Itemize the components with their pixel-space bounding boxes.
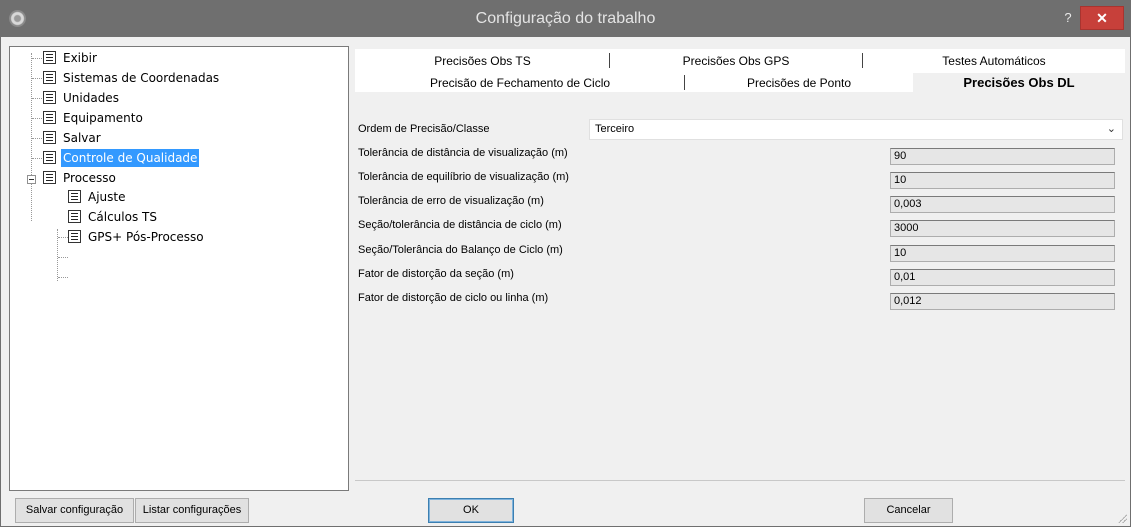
tree-item-label: Unidades bbox=[63, 91, 119, 105]
list-icon bbox=[43, 91, 56, 104]
tree-connector bbox=[32, 58, 42, 59]
tree-connector bbox=[58, 277, 68, 278]
cycle-line-distortion-field: 0,012 bbox=[890, 293, 1115, 310]
tree-connector bbox=[32, 118, 42, 119]
list-configs-button[interactable]: Listar configurações bbox=[135, 498, 249, 523]
tab-precisoes-obs-ts[interactable]: Precisões Obs TS bbox=[355, 53, 610, 69]
tab-precisao-fechamento-ciclo[interactable]: Precisão de Fechamento de Ciclo bbox=[355, 75, 685, 91]
list-icon bbox=[68, 190, 81, 203]
list-icon bbox=[43, 151, 56, 164]
view-balance-tolerance-field: 10 bbox=[890, 172, 1115, 189]
tree-item-label: Exibir bbox=[63, 51, 97, 65]
section-distortion-field: 0,01 bbox=[890, 269, 1115, 286]
divider bbox=[355, 480, 1125, 481]
tab-page-precisoes-obs-dl: Ordem de Precisão/Classe Terceiro ⌄ Tole… bbox=[355, 92, 1125, 480]
dialog-body: Exibir Sistemas de Coordenadas Unidades … bbox=[0, 37, 1131, 527]
close-button[interactable]: ✕ bbox=[1080, 6, 1124, 30]
tree-item-label: GPS+ Pós-Processo bbox=[88, 230, 204, 244]
tree-item-label: Cálculos TS bbox=[88, 210, 157, 224]
save-config-button[interactable]: Salvar configuração bbox=[15, 498, 134, 523]
field-label: Seção/tolerância de distância de ciclo (… bbox=[358, 219, 562, 231]
tree-connector bbox=[58, 257, 68, 258]
collapse-toggle[interactable] bbox=[27, 175, 36, 184]
settings-tree[interactable]: Exibir Sistemas de Coordenadas Unidades … bbox=[9, 46, 349, 491]
tree-connector bbox=[32, 98, 42, 99]
help-button[interactable]: ? bbox=[1058, 8, 1078, 28]
view-distance-tolerance-field: 90 bbox=[890, 148, 1115, 165]
tree-item-label: Ajuste bbox=[88, 190, 126, 204]
list-icon bbox=[43, 71, 56, 84]
order-value: Terceiro bbox=[595, 123, 635, 135]
field-label: Fator de distorção da seção (m) bbox=[358, 268, 514, 280]
tree-connector bbox=[58, 237, 68, 238]
tree-connector bbox=[32, 138, 42, 139]
cycle-distance-tolerance-field: 3000 bbox=[890, 220, 1115, 237]
window-title: Configuração do trabalho bbox=[475, 10, 656, 27]
list-icon bbox=[68, 210, 81, 223]
tree-connector bbox=[32, 78, 42, 79]
tree-item-label: Processo bbox=[63, 171, 116, 185]
field-label: Seção/Tolerância do Balanço de Ciclo (m) bbox=[358, 244, 563, 256]
tree-item-label: Salvar bbox=[63, 131, 101, 145]
tree-item-label: Controle de Qualidade bbox=[61, 149, 200, 167]
list-icon bbox=[43, 51, 56, 64]
field-label: Tolerância de equilíbrio de visualização… bbox=[358, 171, 569, 183]
tab-precisoes-obs-gps[interactable]: Precisões Obs GPS bbox=[610, 53, 862, 69]
list-icon bbox=[68, 230, 81, 243]
tree-item-label: Equipamento bbox=[63, 111, 143, 125]
field-label: Tolerância de erro de visualização (m) bbox=[358, 195, 544, 207]
list-icon bbox=[43, 111, 56, 124]
tab-precisoes-de-ponto[interactable]: Precisões de Ponto bbox=[685, 75, 913, 91]
close-icon: ✕ bbox=[1096, 10, 1108, 26]
cancel-button[interactable]: Cancelar bbox=[864, 498, 953, 523]
cycle-balance-tolerance-field: 10 bbox=[890, 245, 1115, 262]
list-icon bbox=[43, 171, 56, 184]
tab-testes-automaticos[interactable]: Testes Automáticos bbox=[863, 53, 1125, 69]
field-label: Tolerância de distância de visualização … bbox=[358, 147, 568, 159]
tree-connector bbox=[32, 158, 42, 159]
resize-grip-icon[interactable] bbox=[1117, 513, 1127, 523]
list-icon bbox=[43, 131, 56, 144]
tab-precisoes-obs-dl[interactable]: Precisões Obs DL bbox=[913, 73, 1125, 93]
order-select[interactable]: Terceiro ⌄ bbox=[589, 119, 1123, 140]
field-label: Fator de distorção de ciclo ou linha (m) bbox=[358, 292, 549, 304]
title-bar: Configuração do trabalho ? ✕ bbox=[0, 0, 1131, 37]
order-label: Ordem de Precisão/Classe bbox=[358, 123, 490, 135]
chevron-down-icon: ⌄ bbox=[1106, 123, 1116, 135]
view-error-tolerance-field: 0,003 bbox=[890, 196, 1115, 213]
ok-button[interactable]: OK bbox=[428, 498, 514, 523]
tree-item-label: Sistemas de Coordenadas bbox=[63, 71, 220, 85]
